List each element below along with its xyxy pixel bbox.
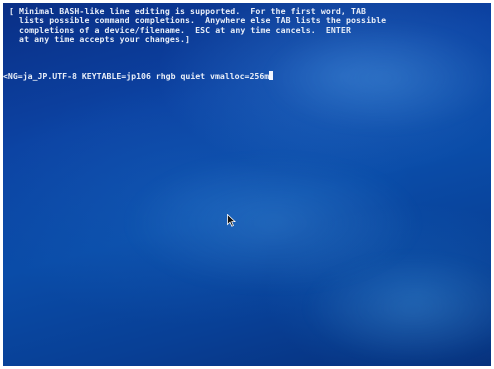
boot-screen: [ Minimal BASH-like line editing is supp… <box>3 3 491 366</box>
help-line: at any time accepts your changes.] <box>9 34 191 45</box>
kernel-command-line[interactable]: <NG=ja_JP.UTF-8 KEYTABLE=jp106 rhgb quie… <box>3 71 274 81</box>
command-line-text[interactable]: <NG=ja_JP.UTF-8 KEYTABLE=jp106 rhgb quie… <box>3 71 269 81</box>
grub-help-text: [ Minimal BASH-like line editing is supp… <box>9 6 386 45</box>
text-cursor-icon <box>269 71 274 80</box>
mouse-pointer-icon <box>227 214 236 227</box>
